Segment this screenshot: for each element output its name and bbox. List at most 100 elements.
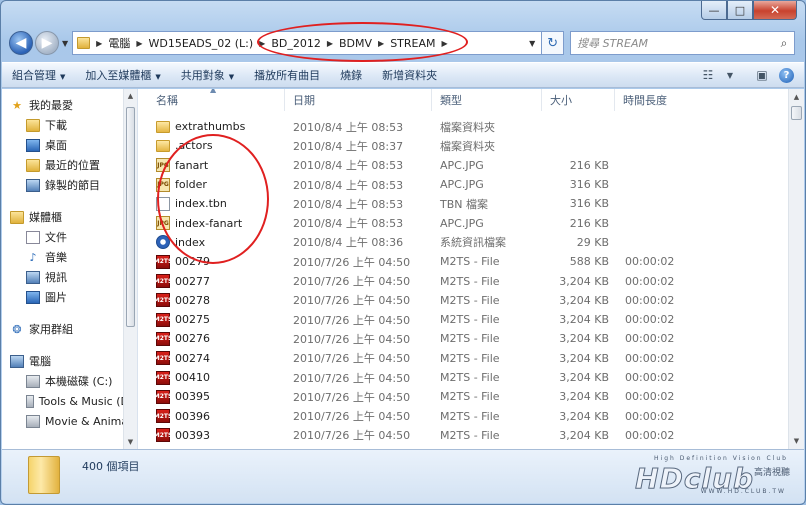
file-name-cell[interactable]: M2TS 00410: [148, 370, 285, 385]
view-options-icon[interactable]: ☷: [699, 67, 717, 83]
nav-favorites[interactable]: ★ 我的最愛: [10, 95, 137, 115]
nav-music[interactable]: ♪ 音樂: [10, 247, 137, 267]
address-bar[interactable]: ▶ 電腦 ▶ WD15EADS_02 (L:) ▶ BD_2012 ▶ BDMV…: [72, 31, 543, 55]
file-name-cell[interactable]: JPG folder: [148, 177, 285, 192]
refresh-button[interactable]: ↻: [542, 31, 565, 55]
file-type: M2TS - File: [440, 274, 500, 288]
preview-pane-icon[interactable]: ▣: [753, 67, 771, 83]
address-history-dropdown-icon[interactable]: ▼: [523, 39, 541, 48]
maximize-button[interactable]: □: [727, 1, 753, 20]
search-box[interactable]: 搜尋 STREAM ⌕: [570, 31, 795, 55]
nav-drive-c[interactable]: 本機磁碟 (C:): [10, 371, 137, 391]
file-row[interactable]: M2TS 00396 2010/7/26 上午 04:50 M2TS - File 3,…: [148, 406, 788, 425]
play-all-button[interactable]: 播放所有曲目: [244, 67, 330, 83]
file-row[interactable]: M2TS 00279 2010/7/26 上午 04:50 M2TS - File 58…: [148, 252, 788, 271]
file-row[interactable]: M2TS 00274 2010/7/26 上午 04:50 M2TS - File 3,…: [148, 349, 788, 368]
file-row[interactable]: M2TS 00393 2010/7/26 上午 04:50 M2TS - File 3,…: [148, 426, 788, 445]
nav-videos[interactable]: 視訊: [10, 267, 137, 287]
breadcrumb-separator-icon[interactable]: ▶: [257, 39, 267, 48]
help-icon[interactable]: ?: [779, 67, 794, 83]
file-row[interactable]: index.tbn 2010/8/4 上午 08:53 TBN 檔案 316 KB: [148, 194, 788, 213]
nav-pictures[interactable]: 圖片: [10, 287, 137, 307]
column-header-size[interactable]: 大小: [542, 89, 615, 111]
breadcrumb-separator-icon[interactable]: ▶: [325, 39, 335, 48]
navigation-pane: ★ 我的最愛 下載 桌面 最近的位置 錄製的節目 媒體櫃 文件 ♪ 音樂 視訊 圖片…: [2, 89, 138, 449]
file-name-cell[interactable]: extrathumbs: [148, 120, 285, 133]
file-row[interactable]: M2TS 00275 2010/7/26 上午 04:50 M2TS - File 3,…: [148, 310, 788, 329]
file-name-cell[interactable]: index.tbn: [148, 196, 285, 211]
nav-libraries[interactable]: 媒體櫃: [10, 207, 137, 227]
search-input[interactable]: 搜尋 STREAM: [577, 35, 774, 51]
scroll-thumb[interactable]: [126, 107, 135, 327]
breadcrumb-computer[interactable]: 電腦: [104, 35, 134, 51]
breadcrumb-bd2012[interactable]: BD_2012: [267, 37, 325, 50]
column-header-type[interactable]: 類型: [432, 89, 542, 111]
file-duration: 00:00:02: [625, 313, 675, 327]
file-name-cell[interactable]: index: [148, 235, 285, 250]
nav-recorded-tv[interactable]: 錄製的節目: [10, 175, 137, 195]
nav-documents[interactable]: 文件: [10, 227, 137, 247]
file-name-cell[interactable]: JPG fanart: [148, 158, 285, 173]
file-row[interactable]: M2TS 00276 2010/7/26 上午 04:50 M2TS - File 3,…: [148, 329, 788, 348]
scroll-up-icon[interactable]: ▲: [789, 89, 804, 105]
file-name-cell[interactable]: JPG index-fanart: [148, 216, 285, 231]
scroll-up-icon[interactable]: ▲: [124, 89, 137, 103]
share-with-menu[interactable]: 共用對象 ▼: [171, 67, 244, 83]
m2ts-file-icon: M2TS: [154, 254, 172, 269]
close-button[interactable]: ✕: [753, 1, 797, 20]
file-name-cell[interactable]: M2TS 00279: [148, 254, 285, 269]
organize-menu[interactable]: 組合管理 ▼: [2, 67, 75, 83]
breadcrumb-separator-icon[interactable]: ▶: [440, 39, 450, 48]
search-icon[interactable]: ⌕: [774, 36, 794, 51]
file-list-scrollbar[interactable]: ▲ ▼: [788, 89, 804, 449]
content-area: ★ 我的最愛 下載 桌面 最近的位置 錄製的節目 媒體櫃 文件 ♪ 音樂 視訊 圖片…: [2, 89, 804, 449]
nav-downloads[interactable]: 下載: [10, 115, 137, 135]
burn-button[interactable]: 燒錄: [330, 67, 372, 83]
file-row[interactable]: .actors 2010/8/4 上午 08:37 檔案資料夾: [148, 136, 788, 155]
new-folder-button[interactable]: 新增資料夾: [372, 67, 447, 83]
column-header-duration[interactable]: 時間長度: [615, 89, 755, 111]
breadcrumb-separator-icon[interactable]: ▶: [376, 39, 386, 48]
file-row[interactable]: index 2010/8/4 上午 08:36 系統資訊檔案 29 KB: [148, 233, 788, 252]
add-to-library-menu[interactable]: 加入至媒體櫃 ▼: [75, 67, 170, 83]
column-header-name[interactable]: ▲ 名稱: [148, 89, 285, 111]
nav-desktop[interactable]: 桌面: [10, 135, 137, 155]
file-name-cell[interactable]: M2TS 00276: [148, 331, 285, 346]
forward-button[interactable]: ▶: [35, 31, 59, 55]
file-row[interactable]: JPG folder 2010/8/4 上午 08:53 APC.JPG 316 KB: [148, 175, 788, 194]
nav-homegroup[interactable]: ❂ 家用群組: [10, 319, 137, 339]
file-row[interactable]: M2TS 00278 2010/7/26 上午 04:50 M2TS - File 3,…: [148, 291, 788, 310]
file-row[interactable]: extrathumbs 2010/8/4 上午 08:53 檔案資料夾: [148, 117, 788, 136]
file-row[interactable]: JPG fanart 2010/8/4 上午 08:53 APC.JPG 216 KB: [148, 156, 788, 175]
file-name-cell[interactable]: M2TS 00396: [148, 409, 285, 424]
file-name-cell[interactable]: M2TS 00275: [148, 312, 285, 327]
breadcrumb-bdmv[interactable]: BDMV: [335, 37, 376, 50]
file-row[interactable]: M2TS 00410 2010/7/26 上午 04:50 M2TS - File 3,…: [148, 368, 788, 387]
view-dropdown-icon[interactable]: ▼: [725, 67, 735, 83]
file-name-cell[interactable]: .actors: [148, 139, 285, 152]
file-name-cell[interactable]: M2TS 00277: [148, 274, 285, 289]
nav-drive-movie[interactable]: Movie & Anima: [10, 411, 137, 431]
recent-pages-dropdown-icon[interactable]: ▼: [62, 39, 68, 48]
file-name-cell[interactable]: M2TS 00274: [148, 351, 285, 366]
nav-computer[interactable]: 電腦: [10, 351, 137, 371]
file-name-cell[interactable]: M2TS 00393: [148, 428, 285, 443]
breadcrumb-separator-icon[interactable]: ▶: [94, 39, 104, 48]
file-row[interactable]: M2TS 00395 2010/7/26 上午 04:50 M2TS - File 3,…: [148, 387, 788, 406]
nav-scrollbar[interactable]: ▲ ▼: [123, 89, 137, 449]
breadcrumb-separator-icon[interactable]: ▶: [134, 39, 144, 48]
breadcrumb-stream[interactable]: STREAM: [386, 37, 439, 50]
scroll-down-icon[interactable]: ▼: [789, 433, 804, 449]
nav-drive-d[interactable]: Tools & Music (D:): [10, 391, 137, 411]
file-name-cell[interactable]: M2TS 00395: [148, 389, 285, 404]
back-button[interactable]: ◀: [9, 31, 33, 55]
file-name-cell[interactable]: M2TS 00278: [148, 293, 285, 308]
file-row[interactable]: JPG index-fanart 2010/8/4 上午 08:53 APC.JPG 2…: [148, 213, 788, 232]
column-header-date[interactable]: 日期: [285, 89, 432, 111]
file-row[interactable]: M2TS 00277 2010/7/26 上午 04:50 M2TS - File 3,…: [148, 271, 788, 290]
nav-recent-places[interactable]: 最近的位置: [10, 155, 137, 175]
scroll-thumb[interactable]: [791, 106, 802, 120]
minimize-button[interactable]: —: [701, 1, 727, 20]
breadcrumb-drive[interactable]: WD15EADS_02 (L:): [144, 37, 257, 50]
scroll-down-icon[interactable]: ▼: [124, 435, 137, 449]
